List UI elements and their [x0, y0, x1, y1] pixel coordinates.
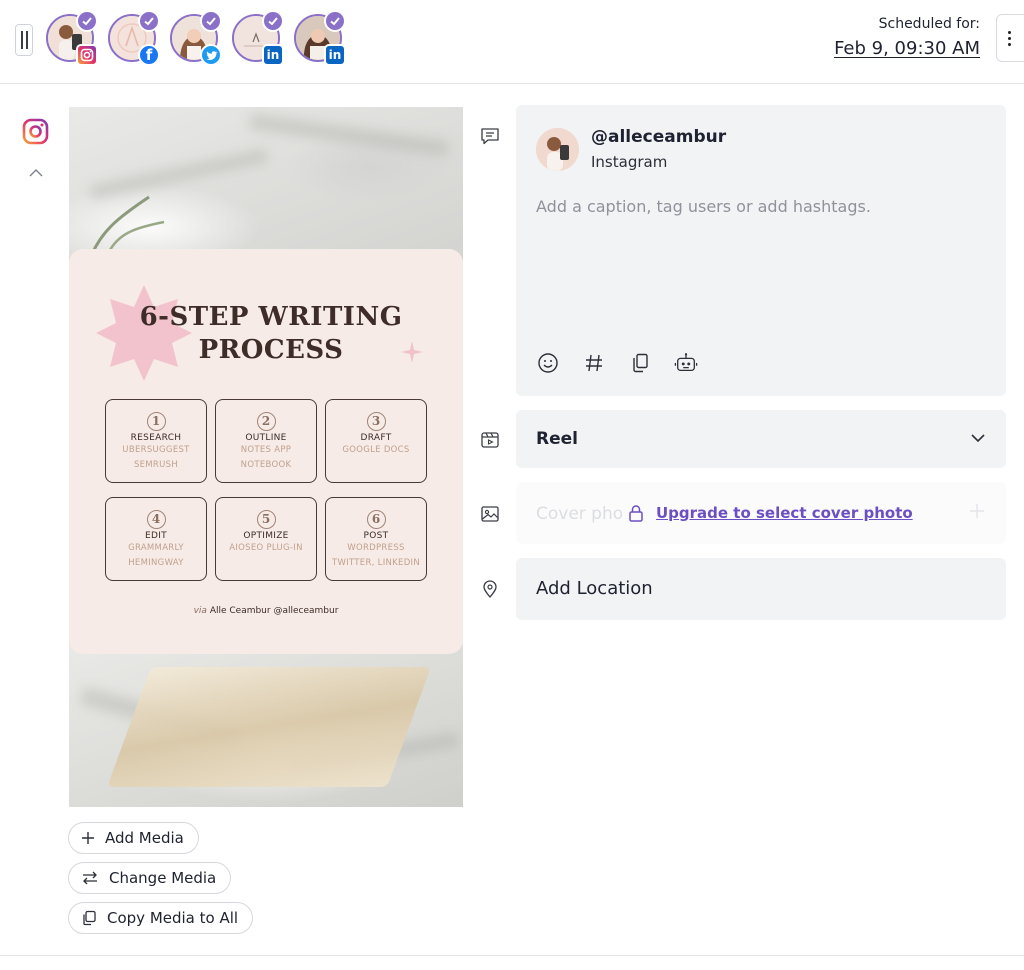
more-options-button[interactable] — [996, 14, 1024, 62]
schedule-info: Scheduled for: Feb 9, 09:30 AM — [834, 16, 980, 59]
add-media-button[interactable]: Add Media — [68, 822, 199, 854]
step-box: 5 OPTIMIZE AIOSEO PLUG-IN — [215, 497, 317, 581]
emoji-button[interactable] — [536, 351, 560, 375]
plus-icon[interactable] — [968, 502, 986, 520]
facebook-icon: f — [138, 44, 160, 66]
add-location-label: Add Location — [536, 578, 653, 599]
change-media-button[interactable]: Change Media — [68, 862, 232, 894]
step-box: 4 EDIT GRAMMARLY HEMINGWAY — [105, 497, 207, 581]
step-box: 3 DRAFT GOOGLE DOCS — [325, 399, 427, 483]
account-avatar-twitter[interactable] — [170, 10, 222, 66]
step-box: 1 RESEARCH UBERSUGGEST SEMRUSH — [105, 399, 207, 483]
collapse-chevron-icon[interactable] — [28, 164, 44, 183]
steps-grid: 1 RESEARCH UBERSUGGEST SEMRUSH 2 OUTLINE… — [105, 399, 427, 581]
caption-editor: @alleceambur Instagram — [516, 105, 1006, 396]
caption-icon — [480, 126, 500, 150]
caption-input[interactable] — [536, 197, 986, 216]
media-preview[interactable]: 6-STEP WRITING PROCESS 1 RESEARCH UBERSU… — [69, 107, 463, 807]
reel-icon — [480, 430, 500, 454]
step-box: 2 OUTLINE NOTES APP NOTEBOOK — [215, 399, 317, 483]
post-type-select[interactable]: Reel — [516, 410, 1006, 468]
account-avatar-instagram[interactable] — [46, 10, 98, 66]
scheduled-date-link[interactable]: Feb 9, 09:30 AM — [834, 38, 980, 59]
swap-arrows-icon — [83, 871, 97, 885]
panel-drag-handle[interactable] — [15, 24, 33, 56]
infographic-title: 6-STEP WRITING PROCESS — [139, 302, 403, 365]
account-selector: f in in — [46, 10, 346, 66]
hashtag-icon — [586, 354, 602, 372]
selected-check-icon — [76, 10, 98, 32]
image-icon — [480, 504, 500, 528]
add-location-field[interactable]: Add Location — [516, 558, 1006, 620]
selected-check-icon — [200, 10, 222, 32]
post-type-value: Reel — [536, 429, 578, 449]
upgrade-cover-photo-link[interactable]: Upgrade to select cover photo — [656, 504, 913, 522]
lock-icon — [629, 505, 643, 522]
linkedin-icon: in — [324, 44, 346, 66]
cover-photo-row: Cover photo Upgrade to select cover phot… — [516, 482, 1006, 544]
instagram-network-icon — [22, 118, 49, 149]
account-network: Instagram — [591, 153, 668, 171]
ai-assistant-button[interactable] — [674, 351, 698, 375]
copy-icon — [83, 910, 96, 926]
infographic-card: 6-STEP WRITING PROCESS 1 RESEARCH UBERSU… — [69, 249, 463, 654]
composer-header: f in in Scheduled for: Feb 9, 09:30 AM — [0, 0, 1024, 84]
account-handle: @alleceambur — [591, 127, 727, 147]
copy-caption-button[interactable] — [628, 351, 652, 375]
instagram-icon — [76, 44, 98, 66]
account-avatar-linkedin-page[interactable]: in — [232, 10, 284, 66]
infographic-credit: via Alle Ceambur @alleceambur — [193, 606, 339, 616]
step-box: 6 POST WORDPRESS TWITTER, LINKEDIN — [325, 497, 427, 581]
hashtag-button[interactable] — [582, 351, 606, 375]
selected-check-icon — [324, 10, 346, 32]
copy-icon — [633, 353, 648, 373]
scheduled-label: Scheduled for: — [878, 16, 980, 32]
caption-toolbar — [536, 351, 698, 375]
plus-icon — [82, 832, 94, 844]
linkedin-icon: in — [262, 44, 284, 66]
location-pin-icon — [480, 579, 500, 603]
robot-icon — [674, 353, 698, 372]
twitter-icon — [200, 44, 222, 66]
selected-check-icon — [262, 10, 284, 32]
avatar — [536, 128, 579, 171]
chevron-down-icon — [971, 434, 985, 443]
open-book-image — [107, 667, 431, 787]
divider — [0, 955, 1024, 956]
selected-check-icon — [138, 10, 160, 32]
account-avatar-facebook[interactable]: f — [108, 10, 160, 66]
copy-media-to-all-button[interactable]: Copy Media to All — [68, 902, 254, 934]
emoji-icon — [538, 353, 558, 373]
account-avatar-linkedin-profile[interactable]: in — [294, 10, 346, 66]
